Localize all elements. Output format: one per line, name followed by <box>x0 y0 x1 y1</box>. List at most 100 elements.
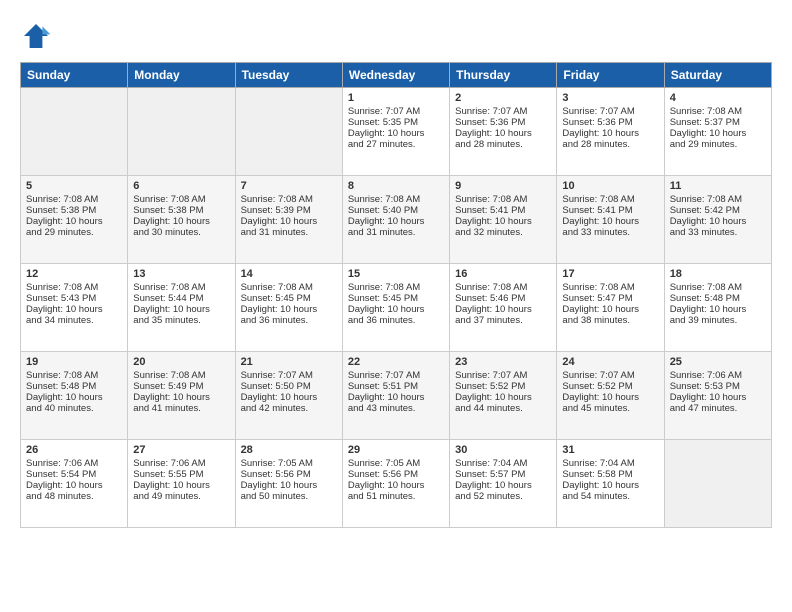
cell-info-line: Daylight: 10 hours <box>455 392 551 403</box>
calendar-cell: 1Sunrise: 7:07 AMSunset: 5:35 PMDaylight… <box>342 88 449 176</box>
col-header-sunday: Sunday <box>21 63 128 88</box>
cell-info-line: Sunrise: 7:07 AM <box>562 370 658 381</box>
day-number: 24 <box>562 356 658 368</box>
day-number: 25 <box>670 356 766 368</box>
col-header-monday: Monday <box>128 63 235 88</box>
day-number: 20 <box>133 356 229 368</box>
calendar-cell: 26Sunrise: 7:06 AMSunset: 5:54 PMDayligh… <box>21 440 128 528</box>
calendar-cell: 29Sunrise: 7:05 AMSunset: 5:56 PMDayligh… <box>342 440 449 528</box>
calendar-header-row: SundayMondayTuesdayWednesdayThursdayFrid… <box>21 63 772 88</box>
cell-info-line: and 37 minutes. <box>455 315 551 326</box>
cell-info-line: Daylight: 10 hours <box>670 304 766 315</box>
calendar-cell: 25Sunrise: 7:06 AMSunset: 5:53 PMDayligh… <box>664 352 771 440</box>
cell-info-line: Daylight: 10 hours <box>26 392 122 403</box>
calendar-cell: 8Sunrise: 7:08 AMSunset: 5:40 PMDaylight… <box>342 176 449 264</box>
cell-info-line: Sunrise: 7:05 AM <box>241 458 337 469</box>
col-header-thursday: Thursday <box>450 63 557 88</box>
day-number: 13 <box>133 268 229 280</box>
cell-info-line: Daylight: 10 hours <box>348 392 444 403</box>
cell-info-line: Daylight: 10 hours <box>26 304 122 315</box>
cell-info-line: Sunrise: 7:07 AM <box>562 106 658 117</box>
cell-info-line: Sunset: 5:38 PM <box>26 205 122 216</box>
cell-info-line: Sunrise: 7:08 AM <box>348 282 444 293</box>
cell-info-line: Sunrise: 7:08 AM <box>241 282 337 293</box>
cell-info-line: Sunrise: 7:07 AM <box>348 370 444 381</box>
cell-info-line: Sunset: 5:51 PM <box>348 381 444 392</box>
cell-info-line: Daylight: 10 hours <box>670 216 766 227</box>
day-number: 31 <box>562 444 658 456</box>
cell-info-line: Daylight: 10 hours <box>455 480 551 491</box>
day-number: 14 <box>241 268 337 280</box>
calendar-cell: 13Sunrise: 7:08 AMSunset: 5:44 PMDayligh… <box>128 264 235 352</box>
calendar-cell: 12Sunrise: 7:08 AMSunset: 5:43 PMDayligh… <box>21 264 128 352</box>
cell-info-line: Sunset: 5:52 PM <box>455 381 551 392</box>
cell-info-line: Sunrise: 7:08 AM <box>348 194 444 205</box>
cell-info-line: Sunrise: 7:06 AM <box>133 458 229 469</box>
calendar-cell: 3Sunrise: 7:07 AMSunset: 5:36 PMDaylight… <box>557 88 664 176</box>
cell-info-line: Daylight: 10 hours <box>348 216 444 227</box>
calendar-cell: 5Sunrise: 7:08 AMSunset: 5:38 PMDaylight… <box>21 176 128 264</box>
cell-info-line: and 33 minutes. <box>670 227 766 238</box>
calendar-cell: 7Sunrise: 7:08 AMSunset: 5:39 PMDaylight… <box>235 176 342 264</box>
cell-info-line: Sunrise: 7:04 AM <box>455 458 551 469</box>
cell-info-line: and 45 minutes. <box>562 403 658 414</box>
cell-info-line: and 41 minutes. <box>133 403 229 414</box>
cell-info-line: Sunrise: 7:07 AM <box>241 370 337 381</box>
cell-info-line: Daylight: 10 hours <box>133 304 229 315</box>
cell-info-line: Sunrise: 7:07 AM <box>455 370 551 381</box>
cell-info-line: and 29 minutes. <box>26 227 122 238</box>
cell-info-line: Sunset: 5:39 PM <box>241 205 337 216</box>
day-number: 27 <box>133 444 229 456</box>
col-header-tuesday: Tuesday <box>235 63 342 88</box>
cell-info-line: and 42 minutes. <box>241 403 337 414</box>
cell-info-line: Sunrise: 7:08 AM <box>562 282 658 293</box>
day-number: 17 <box>562 268 658 280</box>
cell-info-line: Sunrise: 7:08 AM <box>133 370 229 381</box>
cell-info-line: and 32 minutes. <box>455 227 551 238</box>
calendar-cell: 31Sunrise: 7:04 AMSunset: 5:58 PMDayligh… <box>557 440 664 528</box>
cell-info-line: and 38 minutes. <box>562 315 658 326</box>
cell-info-line: Sunrise: 7:08 AM <box>670 282 766 293</box>
cell-info-line: Sunset: 5:56 PM <box>241 469 337 480</box>
cell-info-line: Daylight: 10 hours <box>241 392 337 403</box>
cell-info-line: Sunset: 5:52 PM <box>562 381 658 392</box>
cell-info-line: Sunset: 5:42 PM <box>670 205 766 216</box>
cell-info-line: and 39 minutes. <box>670 315 766 326</box>
cell-info-line: and 33 minutes. <box>562 227 658 238</box>
cell-info-line: and 31 minutes. <box>241 227 337 238</box>
cell-info-line: Sunset: 5:41 PM <box>455 205 551 216</box>
cell-info-line: Sunset: 5:53 PM <box>670 381 766 392</box>
cell-info-line: Daylight: 10 hours <box>133 216 229 227</box>
day-number: 5 <box>26 180 122 192</box>
cell-info-line: Sunset: 5:44 PM <box>133 293 229 304</box>
cell-info-line: Daylight: 10 hours <box>455 128 551 139</box>
cell-info-line: and 36 minutes. <box>241 315 337 326</box>
cell-info-line: Sunset: 5:37 PM <box>670 117 766 128</box>
header <box>20 20 772 52</box>
cell-info-line: Sunrise: 7:05 AM <box>348 458 444 469</box>
cell-info-line: Sunset: 5:36 PM <box>455 117 551 128</box>
col-header-friday: Friday <box>557 63 664 88</box>
cell-info-line: and 30 minutes. <box>133 227 229 238</box>
cell-info-line: Sunrise: 7:04 AM <box>562 458 658 469</box>
cell-info-line: Sunset: 5:47 PM <box>562 293 658 304</box>
calendar-cell: 19Sunrise: 7:08 AMSunset: 5:48 PMDayligh… <box>21 352 128 440</box>
calendar-cell <box>664 440 771 528</box>
calendar-cell: 11Sunrise: 7:08 AMSunset: 5:42 PMDayligh… <box>664 176 771 264</box>
calendar-cell: 17Sunrise: 7:08 AMSunset: 5:47 PMDayligh… <box>557 264 664 352</box>
day-number: 26 <box>26 444 122 456</box>
cell-info-line: and 34 minutes. <box>26 315 122 326</box>
calendar-cell: 10Sunrise: 7:08 AMSunset: 5:41 PMDayligh… <box>557 176 664 264</box>
cell-info-line: Sunset: 5:38 PM <box>133 205 229 216</box>
calendar-cell: 2Sunrise: 7:07 AMSunset: 5:36 PMDaylight… <box>450 88 557 176</box>
cell-info-line: Sunrise: 7:08 AM <box>670 106 766 117</box>
calendar-week-row: 5Sunrise: 7:08 AMSunset: 5:38 PMDaylight… <box>21 176 772 264</box>
cell-info-line: Sunrise: 7:06 AM <box>26 458 122 469</box>
calendar-week-row: 12Sunrise: 7:08 AMSunset: 5:43 PMDayligh… <box>21 264 772 352</box>
cell-info-line: and 27 minutes. <box>348 139 444 150</box>
day-number: 19 <box>26 356 122 368</box>
day-number: 6 <box>133 180 229 192</box>
cell-info-line: Sunrise: 7:08 AM <box>455 194 551 205</box>
day-number: 15 <box>348 268 444 280</box>
cell-info-line: and 40 minutes. <box>26 403 122 414</box>
